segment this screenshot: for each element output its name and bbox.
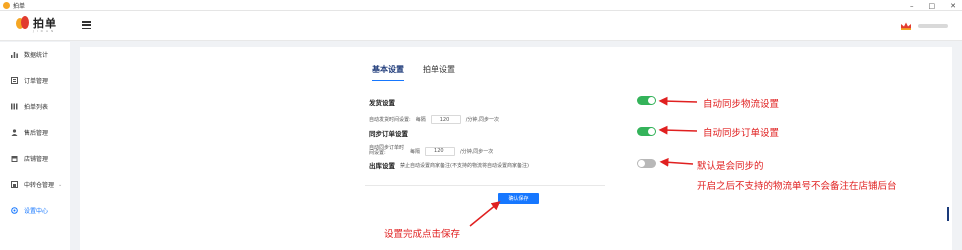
settings-tabs: 基本设置 拍单设置 [372,64,455,81]
close-button[interactable]: ✕ [950,2,956,10]
sidebar-item-label: 中转仓管理 [24,182,55,189]
tab-order-settings[interactable]: 拍单设置 [423,64,455,81]
sync-interval-prefix: 自动同步订单时间设置: [369,145,405,156]
warehouse-icon [11,181,18,188]
bar-chart-icon [11,51,18,58]
order-icon [11,77,18,84]
maximize-button[interactable]: □ [929,2,936,10]
logo-icon [16,16,30,30]
crown-icon [901,22,911,30]
outbound-row: 出库设置 禁止自动设置商家备注(不支持的物流将自动设置商家备注) [369,160,529,170]
sidebar-item-label: 数据统计 [24,52,49,59]
ship-settings-label: 发货设置 [369,99,395,107]
shop-icon [11,155,18,162]
sidebar-item-label: 订单管理 [24,78,49,85]
ship-interval-input[interactable]: 120 [430,115,461,124]
minimize-button[interactable]: – [910,2,914,10]
sidebar-item-settings[interactable]: 设置中心 [11,206,48,215]
sidebar-item-label: 店铺管理 [24,156,49,163]
sync-interval-input[interactable]: 120 [425,146,456,156]
section-divider [365,185,605,186]
window-controls: – □ ✕ [910,0,956,11]
sidebar-item-stats[interactable]: 数据统计 [11,50,48,59]
sync-order-settings-label: 同步订单设置 [369,130,408,138]
annotation-default-sync: 默认是会同步的 [697,161,764,172]
chevron-down-icon: ⌄ [58,181,63,188]
tab-basic-settings[interactable]: 基本设置 [372,64,404,81]
window-titlebar: 拍单 – □ ✕ [0,0,962,11]
save-button[interactable]: 确认保存 [498,193,539,204]
sidebar-item-shops[interactable]: 店铺管理 [11,154,48,163]
outbound-description: 禁止自动设置商家备注(不支持的物流将自动设置商家备注) [400,162,529,169]
sidebar-item-label: 售后管理 [24,130,49,137]
annotation-auto-logistics: 自动同步物流设置 [703,99,780,110]
sidebar-item-order-list[interactable]: 拍单列表 [11,102,48,111]
user-name-redacted[interactable] [918,24,948,28]
order-sync-toggle[interactable] [637,127,656,136]
sync-interval-every: 每隔 [410,148,421,155]
annotation-save-hint: 设置完成点击保存 [384,229,461,240]
sidebar-item-label: 拍单列表 [24,104,49,111]
app-icon [3,1,10,9]
logo-subtitle: J I D A N [33,29,55,33]
sidebar-item-orders[interactable]: 订单管理 [11,76,48,85]
scrollbar-thumb[interactable] [947,207,949,221]
user-icon [11,129,18,136]
logo-text: 拍单 [33,16,57,30]
logo: 拍单 [16,16,57,30]
ship-interval-prefix: 自动发货时间设置: [369,117,411,123]
sidebar-item-label: 设置中心 [24,208,49,215]
sync-interval-suffix: /分钟,同步一次 [460,148,494,155]
list-icon [11,103,18,110]
ship-sync-toggle[interactable] [637,96,656,105]
ship-interval-suffix: /分钟,同步一次 [465,117,499,123]
outbound-settings-label: 出库设置 [369,162,395,170]
settings-panel: 基本设置 拍单设置 发货设置 自动发货时间设置: 每隔 120 /分钟,同步一次… [80,47,952,250]
ship-interval-every: 每隔 [415,117,426,123]
sidebar: 数据统计 订单管理 拍单列表 售后管理 店铺管理 中转仓管理 ⌄ 设置中心 [0,42,70,250]
sidebar-item-after-sales[interactable]: 售后管理 [11,128,48,137]
sidebar-item-warehouse[interactable]: 中转仓管理 ⌄ [11,180,62,189]
menu-toggle-icon[interactable] [82,21,91,29]
top-header: 拍单 J I D A N [0,11,962,41]
outbound-remark-toggle[interactable] [637,159,656,168]
ship-interval-row: 自动发货时间设置: 每隔 120 /分钟,同步一次 [369,115,499,124]
window-title: 拍单 [13,2,26,10]
settings-icon [11,207,18,214]
annotation-auto-order: 自动同步订单设置 [703,128,780,139]
annotation-default-sync-detail: 开启之后不支持的物流单号不会备注在店铺后台 [697,181,897,192]
sync-interval-row: 自动同步订单时间设置: 每隔 120 /分钟,同步一次 [369,146,493,156]
